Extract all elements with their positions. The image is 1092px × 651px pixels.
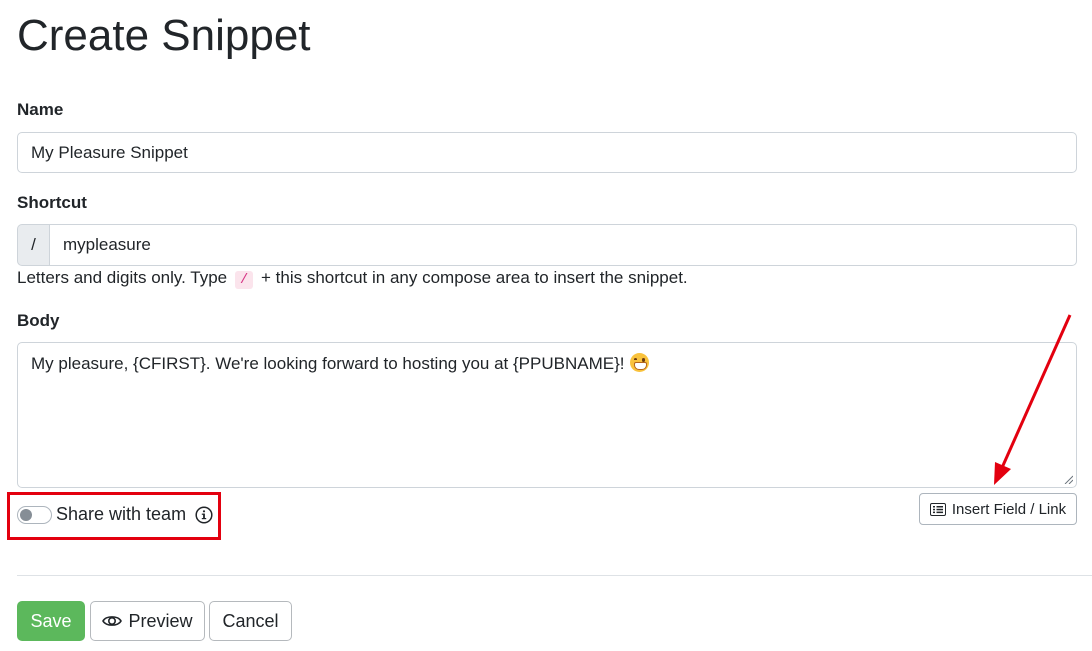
help-text-after: + this shortcut in any compose area to i… xyxy=(260,268,688,287)
preview-button[interactable]: Preview xyxy=(90,601,205,641)
body-label: Body xyxy=(17,311,60,330)
help-code: / xyxy=(234,271,254,289)
name-input[interactable] xyxy=(17,132,1077,173)
save-button[interactable]: Save xyxy=(17,601,85,641)
create-snippet-page: Create Snippet Name Shortcut / Letters a… xyxy=(0,0,1092,651)
grinning-face-emoji-icon xyxy=(630,353,650,372)
toggle-knob xyxy=(20,508,32,521)
body-text: My pleasure, {CFIRST}. We're looking for… xyxy=(31,354,625,373)
share-with-team-row: Share with team xyxy=(17,504,213,525)
divider xyxy=(17,575,1092,576)
page-title: Create Snippet xyxy=(17,11,311,60)
shortcut-input-group: / xyxy=(17,224,1077,266)
body-textarea[interactable]: My pleasure, {CFIRST}. We're looking for… xyxy=(17,342,1077,488)
cancel-button[interactable]: Cancel xyxy=(209,601,292,641)
insert-field-link-button[interactable]: Insert Field / Link xyxy=(919,493,1077,525)
eye-icon xyxy=(102,616,123,626)
shortcut-help-text: Letters and digits only. Type / + this s… xyxy=(17,268,688,289)
shortcut-input[interactable] xyxy=(49,224,1077,266)
shortcut-prefix: / xyxy=(17,224,49,266)
annotation-arrow-icon xyxy=(994,314,1072,485)
preview-label: Preview xyxy=(128,610,193,631)
name-label: Name xyxy=(17,100,64,119)
share-toggle[interactable] xyxy=(17,505,52,524)
insert-field-link-label: Insert Field / Link xyxy=(951,500,1067,518)
help-text-before: Letters and digits only. Type xyxy=(17,268,228,287)
resize-handle-icon[interactable] xyxy=(1064,475,1073,484)
list-icon xyxy=(929,502,946,516)
info-icon[interactable] xyxy=(195,505,213,524)
share-label: Share with team xyxy=(56,504,187,524)
shortcut-label: Shortcut xyxy=(17,193,87,212)
